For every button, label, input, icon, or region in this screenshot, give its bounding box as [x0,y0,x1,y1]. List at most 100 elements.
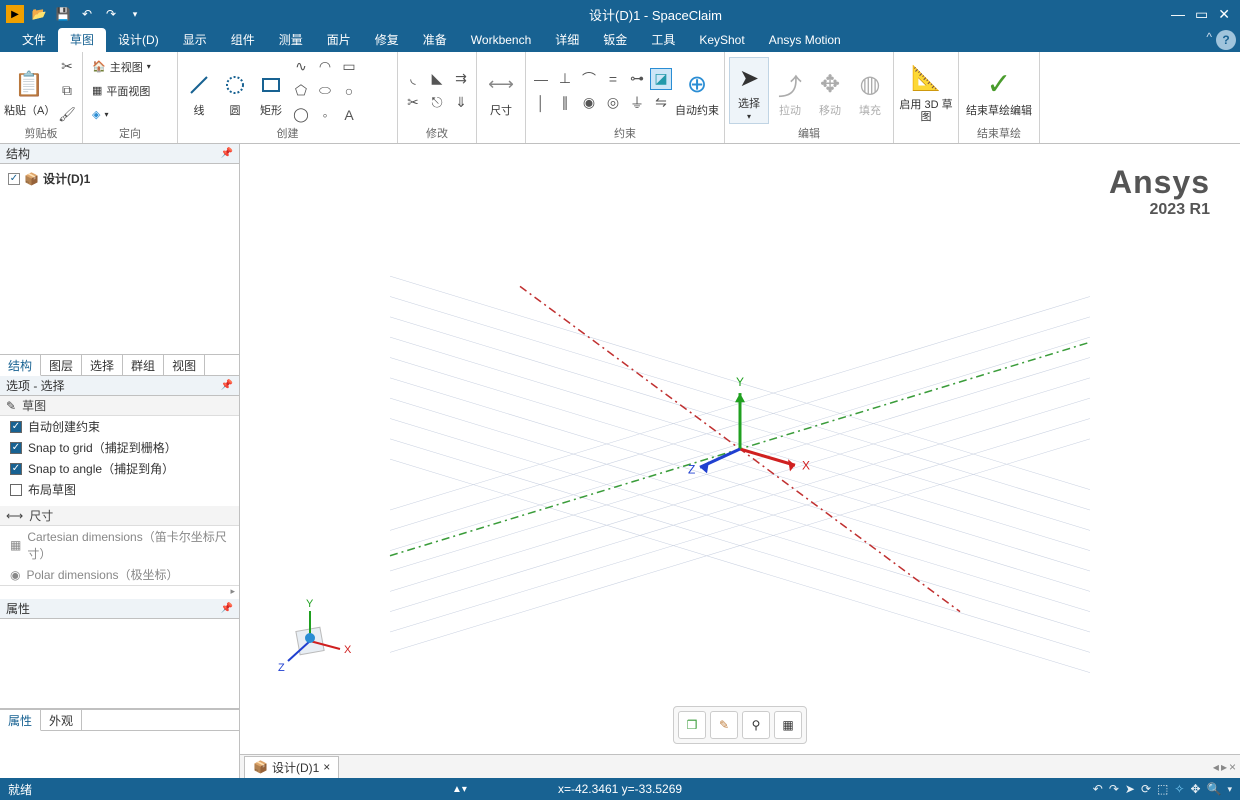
tab-sketch[interactable]: 草图 [58,28,106,52]
btab-appearance[interactable]: 外观 [41,710,82,730]
view-sketch-icon[interactable]: ✎ [710,711,738,739]
select-button[interactable]: ➤ 选择▾ [729,57,769,124]
view-axes-icon[interactable]: ⚲ [742,711,770,739]
iso-view-button[interactable]: ◈▾ [87,104,173,126]
cut-icon[interactable]: ✂ [56,56,78,78]
symmetry-constraint-icon[interactable]: ⇋ [650,92,672,114]
tab-file[interactable]: 文件 [10,28,58,52]
tab-next-icon[interactable]: ▸ [1221,760,1227,774]
pin-icon[interactable]: 📌 [221,148,233,159]
opt-auto-constraint[interactable]: ✓自动创建约束 [0,416,239,437]
line-button[interactable]: 线 [182,65,216,117]
show-constraints-icon[interactable]: ◪ [650,68,672,90]
enable-3d-sketch-button[interactable]: 📐 启用 3D 草图 [898,59,954,123]
sb-spin-icon[interactable]: ⟳ [1141,782,1151,796]
sb-cursor-icon[interactable]: ➤ [1125,782,1135,796]
paste-button[interactable]: 📋 粘贴（A） [4,65,54,117]
qa-redo-icon[interactable]: ↷ [102,5,120,23]
sb-zoom-icon[interactable]: 🔍 [1207,782,1222,796]
qa-save-icon[interactable]: 💾 [54,5,72,23]
opt-snap-angle[interactable]: ✓Snap to angle（捕捉到角） [0,458,239,479]
end-sketch-button[interactable]: ✓ 结束草绘编辑 [963,65,1035,117]
structure-tree[interactable]: ✓ 📦 设计(D)1 [0,164,239,354]
construction-rect-icon[interactable]: ▭ [338,56,360,78]
arc3pt-icon[interactable]: ◠ [314,56,336,78]
midpoint-constraint-icon[interactable]: ⊶ [626,68,648,90]
minimize-icon[interactable]: — [1171,6,1185,23]
btab-structure[interactable]: 结构 [0,355,41,376]
home-view-button[interactable]: 🏠主视图▾ [87,56,173,78]
tab-sheetmetal[interactable]: 钣金 [591,28,639,52]
text-sketch-icon[interactable]: A [338,104,360,126]
equal-constraint-icon[interactable]: = [602,68,624,90]
copy-icon[interactable]: ⧉ [56,80,78,102]
qa-open-icon[interactable]: 📂 [30,5,48,23]
offset-icon[interactable]: ⇉ [450,68,472,90]
tab-detail[interactable]: 详细 [543,28,591,52]
opt-polar[interactable]: ◉ Polar dimensions（极坐标） [0,564,239,585]
close-tab-icon[interactable]: × [323,760,330,774]
btab-groups[interactable]: 群组 [123,355,164,375]
sb-snap-icon[interactable]: ✧ [1174,782,1184,796]
sketch-options-header[interactable]: ✎ 草图 [0,396,239,416]
ellipse-icon[interactable]: ◯ [290,104,312,126]
tangent-constraint-icon[interactable]: ⌒ [578,68,600,90]
btab-views[interactable]: 视图 [164,355,205,375]
horiz-constraint-icon[interactable]: — [530,68,552,90]
view-cube-icon[interactable]: ❒ [678,711,706,739]
qa-undo-icon[interactable]: ↶ [78,5,96,23]
tab-component[interactable]: 组件 [219,28,267,52]
vert-constraint-icon[interactable]: │ [530,92,552,114]
format-painter-icon[interactable]: 🖌 [56,104,78,126]
construction-circle-icon[interactable]: ○ [338,80,360,102]
split-icon[interactable]: ⎋ [426,92,448,114]
tab-facet[interactable]: 面片 [315,28,363,52]
pin-icon[interactable]: 📌 [221,603,233,614]
circle-button[interactable]: 圆 [218,65,252,117]
tab-ansysmotion[interactable]: Ansys Motion [757,28,853,52]
tab-workbench[interactable]: Workbench [459,28,543,52]
tab-display[interactable]: 显示 [171,28,219,52]
btab-layers[interactable]: 图层 [41,355,82,375]
document-tab[interactable]: 📦 设计(D)1 × [244,756,339,778]
sb-pan-icon[interactable]: ✥ [1190,782,1200,796]
dimension-button[interactable]: ⟷ 尺寸 [481,65,521,117]
polygon-icon[interactable]: ⬠ [290,80,312,102]
tree-root[interactable]: ✓ 📦 设计(D)1 [8,168,231,189]
btab-selection[interactable]: 选择 [82,355,123,375]
sb-redo-icon[interactable]: ↷ [1109,782,1119,796]
chamfer-icon[interactable]: ◣ [426,68,448,90]
maximize-icon[interactable]: ▭ [1195,6,1208,23]
parallel-constraint-icon[interactable]: ∥ [554,92,576,114]
close-icon[interactable]: ✕ [1218,6,1230,23]
tab-prev-icon[interactable]: ◂ [1213,760,1219,774]
rect-button[interactable]: 矩形 [254,65,288,117]
project-icon[interactable]: ⇓ [450,92,472,114]
spline-icon[interactable]: ∿ [290,56,312,78]
view-grid-icon[interactable]: ▦ [774,711,802,739]
qa-more-icon[interactable]: ▾ [126,5,144,23]
tab-tools[interactable]: 工具 [639,28,687,52]
view-triad[interactable]: X Y Z [270,591,360,684]
plan-view-button[interactable]: ▦平面视图 [87,80,173,102]
opt-layout-sketch[interactable]: 布局草图 [0,479,239,500]
tab-repair[interactable]: 修复 [363,28,411,52]
dim-options-header[interactable]: ⟷ 尺寸 [0,506,239,526]
fix-constraint-icon[interactable]: ⏚ [626,92,648,114]
tab-keyshot[interactable]: KeyShot [687,28,756,52]
help-icon[interactable]: ? [1216,30,1236,50]
tab-prepare[interactable]: 准备 [411,28,459,52]
qa-play-icon[interactable]: ▶ [6,5,24,23]
sb-undo-icon[interactable]: ↶ [1093,782,1103,796]
sb-box-select-icon[interactable]: ⬚ [1157,782,1168,796]
opt-cartesian[interactable]: ▦ Cartesian dimensions（笛卡尔坐标尺寸） [0,526,239,564]
collapse-ribbon-icon[interactable]: ^ [1206,30,1212,50]
tab-design[interactable]: 设计(D) [106,28,171,52]
opt-snap-grid[interactable]: ✓Snap to grid（捕捉到栅格） [0,437,239,458]
coincident-constraint-icon[interactable]: ◉ [578,92,600,114]
sb-more-icon[interactable]: ▾ [1227,784,1232,795]
trim-icon[interactable]: ✂ [402,92,424,114]
concentric-constraint-icon[interactable]: ◎ [602,92,624,114]
btab-props[interactable]: 属性 [0,710,41,731]
auto-constrain-button[interactable]: ⊕ 自动约束 [674,65,720,117]
